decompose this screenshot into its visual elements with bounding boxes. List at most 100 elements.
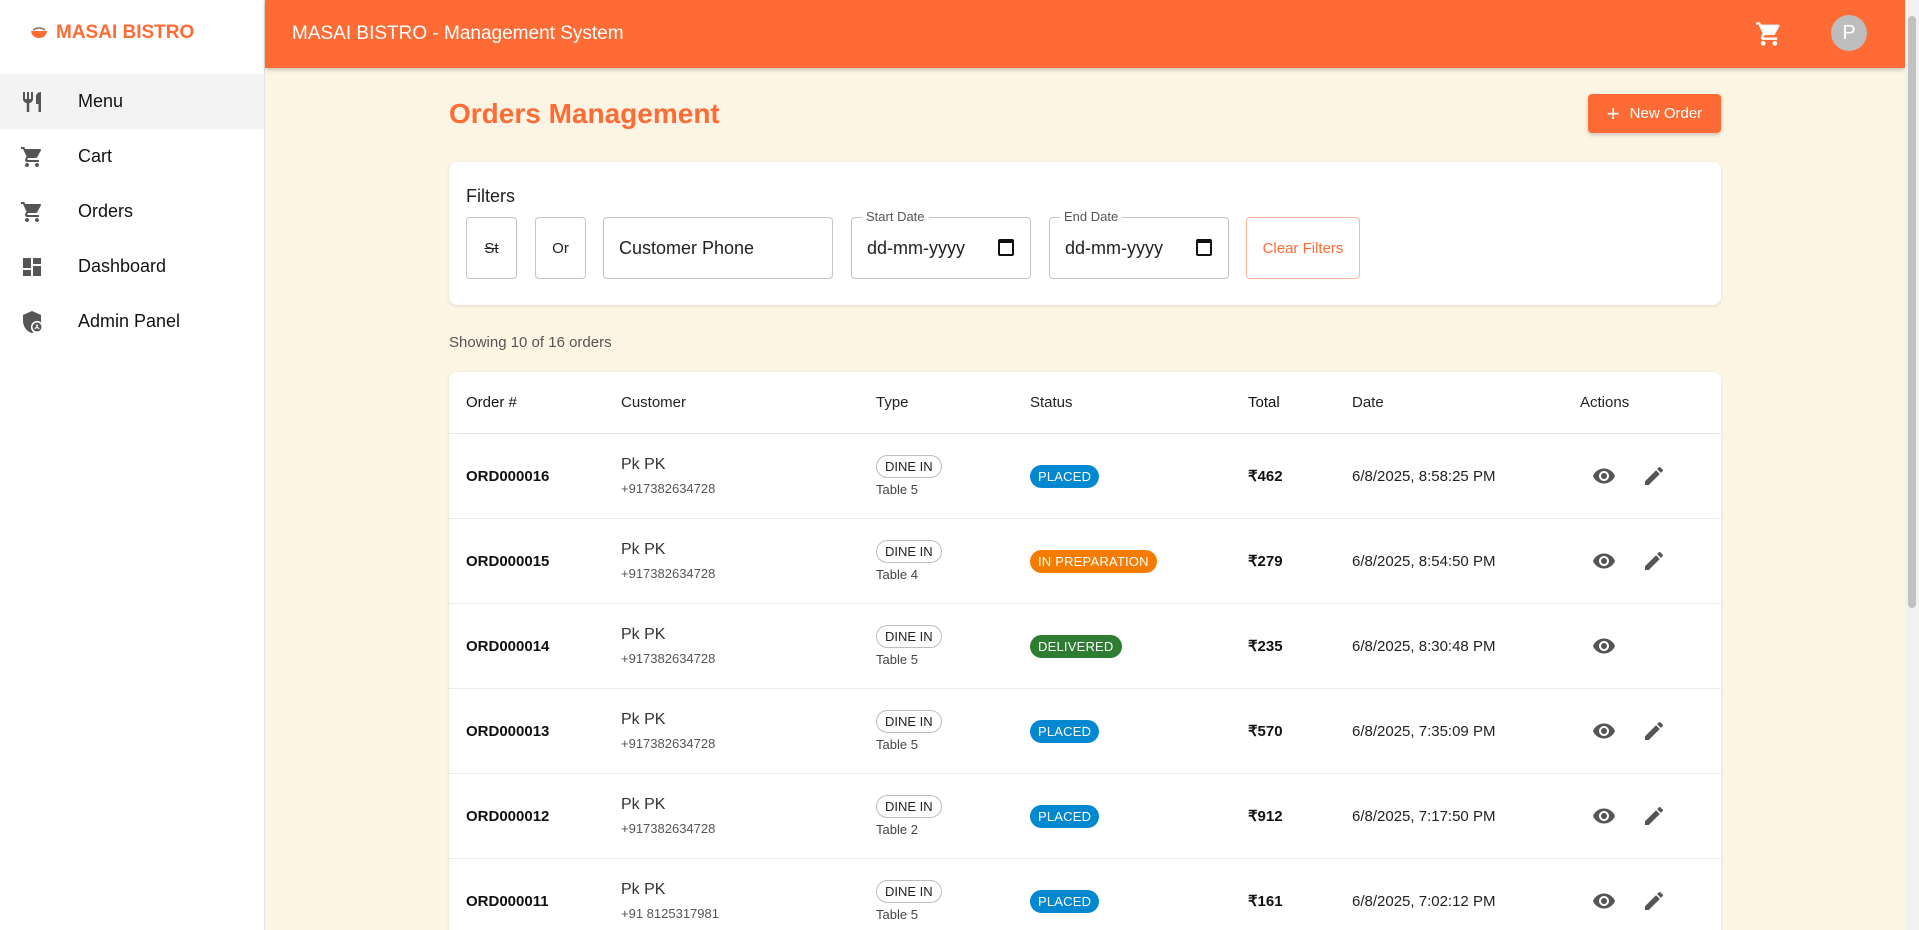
type-chip: DINE IN xyxy=(876,880,942,903)
sidebar-item-admin-panel[interactable]: Admin Panel xyxy=(0,294,264,349)
customer-name: Pk PK xyxy=(621,626,666,643)
end-date-input[interactable]: End Date dd-mm-yyyy xyxy=(1049,209,1229,279)
status-cell: IN PREPARATION xyxy=(1030,549,1157,573)
table-row: ORD000011 Pk PK +91 8125317981 DINE IN T… xyxy=(449,859,1721,930)
sidebar-item-label: Dashboard xyxy=(78,256,167,276)
order-number: ORD000013 xyxy=(466,722,550,740)
customer-cell: Pk PK +917382634728 xyxy=(621,456,715,496)
customer-name: Pk PK xyxy=(621,456,666,473)
start-date-input[interactable]: Start Date dd-mm-yyyy xyxy=(851,209,1031,279)
cart-icon xyxy=(20,145,44,169)
page-title: Orders Management xyxy=(449,98,720,129)
type-chip: DINE IN xyxy=(876,625,942,648)
calendar-icon[interactable] xyxy=(998,239,1014,256)
clear-filters-button[interactable]: Clear Filters xyxy=(1246,217,1360,279)
order-total: ₹912 xyxy=(1248,808,1283,825)
status-badge: PLACED xyxy=(1030,889,1100,913)
page-scrollbar[interactable] xyxy=(1905,0,1919,930)
filters-title: Filters xyxy=(466,186,515,206)
sidebar-item-menu[interactable]: Menu xyxy=(0,74,264,129)
view-icon[interactable] xyxy=(1581,801,1627,831)
sidebar-item-label: Cart xyxy=(78,146,113,166)
view-icon[interactable] xyxy=(1581,886,1627,916)
status-cell: PLACED xyxy=(1030,464,1100,488)
table-number: Table 4 xyxy=(876,567,918,582)
view-icon[interactable] xyxy=(1581,631,1627,661)
header-date: Date xyxy=(1352,394,1384,411)
cart-icon xyxy=(20,200,44,224)
avatar[interactable]: P xyxy=(1831,15,1867,51)
table-row: ORD000012 Pk PK +917382634728 DINE IN Ta… xyxy=(449,774,1721,859)
order-total: ₹235 xyxy=(1248,638,1283,655)
order-number: ORD000016 xyxy=(466,467,550,485)
cart-icon[interactable] xyxy=(1755,20,1783,48)
view-icon[interactable] xyxy=(1581,461,1627,491)
status-badge: PLACED xyxy=(1030,719,1100,743)
table-number: Table 5 xyxy=(876,737,918,752)
edit-icon[interactable] xyxy=(1631,716,1677,746)
edit-icon[interactable] xyxy=(1631,546,1677,576)
scrollbar-thumb[interactable] xyxy=(1908,16,1916,608)
sidebar-item-cart[interactable]: Cart xyxy=(0,129,264,184)
table-row: ORD000015 Pk PK +917382634728 DINE IN Ta… xyxy=(449,519,1721,604)
header-type: Type xyxy=(876,394,909,411)
sidebar-item-orders[interactable]: Orders xyxy=(0,184,264,239)
edit-icon[interactable] xyxy=(1631,461,1677,491)
view-icon[interactable] xyxy=(1581,716,1627,746)
table-number: Table 2 xyxy=(876,822,918,837)
type-cell: DINE IN Table 5 xyxy=(876,880,942,922)
actions-cell xyxy=(1581,716,1677,747)
calendar-icon[interactable] xyxy=(1196,239,1212,256)
sidebar-item-label: Menu xyxy=(78,91,124,111)
type-cell: DINE IN Table 5 xyxy=(876,455,942,497)
edit-icon[interactable] xyxy=(1631,801,1677,831)
view-icon[interactable] xyxy=(1581,546,1627,576)
order-date: 6/8/2025, 8:54:50 PM xyxy=(1352,552,1496,570)
customer-cell: Pk PK +917382634728 xyxy=(621,711,715,751)
table-row: ORD000014 Pk PK +917382634728 DINE IN Ta… xyxy=(449,604,1721,689)
table-number: Table 5 xyxy=(876,482,918,497)
brand-name: MASAI BISTRO xyxy=(56,22,195,43)
table-row: ORD000013 Pk PK +917382634728 DINE IN Ta… xyxy=(449,689,1721,774)
edit-icon[interactable] xyxy=(1631,886,1677,916)
order-total: ₹161 xyxy=(1248,893,1283,910)
fork-knife-icon xyxy=(20,90,44,114)
app-title: MASAI BISTRO - Management System xyxy=(292,23,624,44)
customer-phone: +91 8125317981 xyxy=(621,906,719,921)
sidebar-item-dashboard[interactable]: Dashboard xyxy=(0,239,264,294)
status-cell: PLACED xyxy=(1030,804,1100,828)
status-badge: IN PREPARATION xyxy=(1030,549,1157,573)
customer-phone: +917382634728 xyxy=(621,821,716,836)
customer-phone: +917382634728 xyxy=(621,481,716,496)
bowl-icon xyxy=(31,27,47,38)
type-cell: DINE IN Table 5 xyxy=(876,625,942,667)
order-number: ORD000015 xyxy=(466,552,550,570)
sidebar-item-label: Orders xyxy=(78,201,134,221)
brand-logo[interactable]: MASAI BISTRO xyxy=(0,0,264,66)
admin-shield-icon xyxy=(20,310,44,334)
app-bar: MASAI BISTRO - Management System P xyxy=(265,0,1905,68)
type-chip: DINE IN xyxy=(876,710,942,733)
start-date-label: Start Date xyxy=(862,209,929,224)
order-date: 6/8/2025, 8:58:25 PM xyxy=(1352,467,1496,485)
plus-icon: + xyxy=(1606,100,1620,126)
header-order: Order # xyxy=(466,394,517,411)
customer-phone-placeholder: Customer Phone xyxy=(619,237,755,258)
type-filter-value: Or xyxy=(552,239,569,257)
end-date-value: dd-mm-yyyy xyxy=(1065,237,1163,258)
status-filter-select[interactable]: St xyxy=(466,217,517,279)
customer-cell: Pk PK +917382634728 xyxy=(621,541,715,581)
customer-name: Pk PK xyxy=(621,881,666,898)
type-cell: DINE IN Table 5 xyxy=(876,710,942,752)
status-filter-value: St xyxy=(484,239,499,257)
new-order-button[interactable]: + New Order xyxy=(1588,94,1721,133)
table-row: ORD000016 Pk PK +917382634728 DINE IN Ta… xyxy=(449,434,1721,519)
orders-table: Order # Customer Type Status Total Date … xyxy=(449,372,1721,930)
type-filter-select[interactable]: Or xyxy=(535,217,586,279)
actions-cell xyxy=(1581,461,1677,492)
customer-phone: +917382634728 xyxy=(621,566,716,581)
customer-phone-input[interactable]: Customer Phone xyxy=(603,217,833,279)
status-badge: PLACED xyxy=(1030,804,1100,828)
order-total: ₹462 xyxy=(1248,468,1283,485)
order-date: 6/8/2025, 7:02:12 PM xyxy=(1352,892,1496,910)
